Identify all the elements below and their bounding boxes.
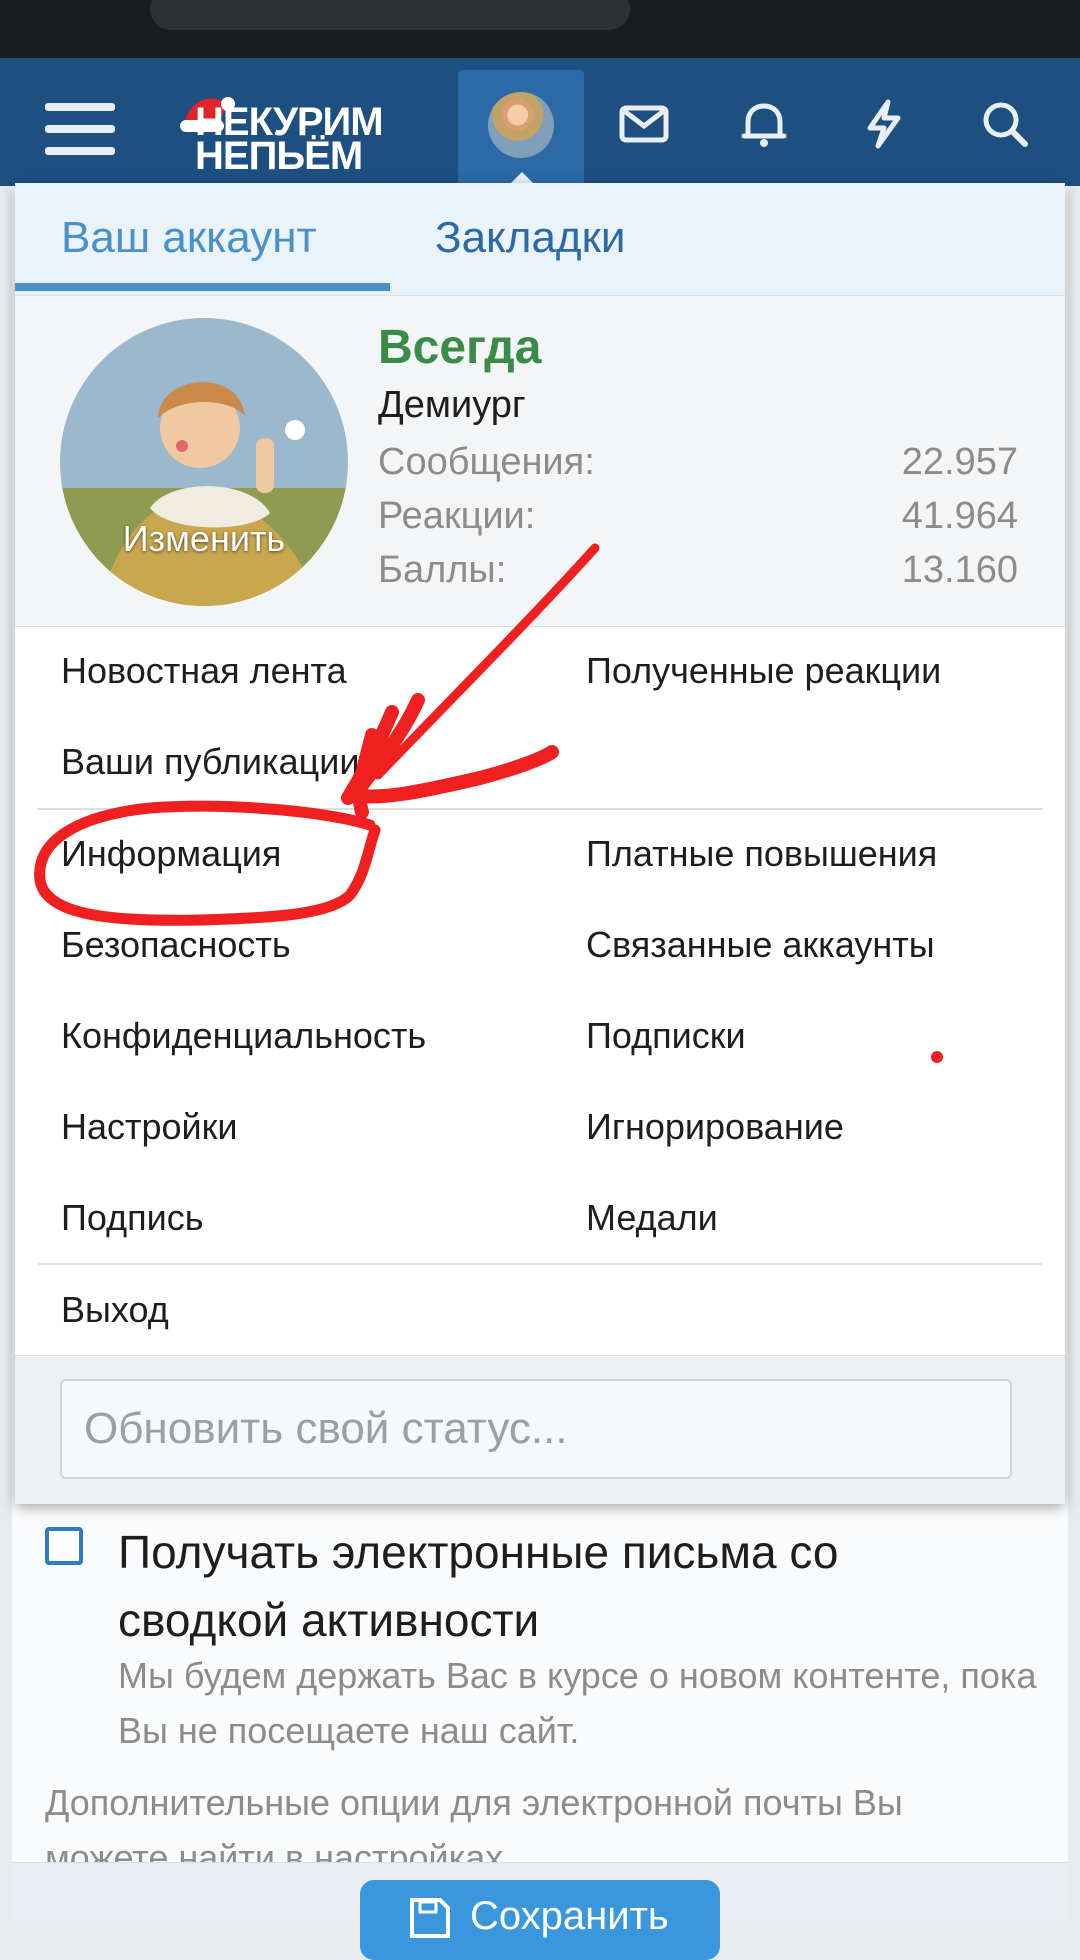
floppy-disk-icon — [410, 1898, 450, 1938]
camera-notch — [150, 0, 630, 30]
status-update-area — [15, 1355, 1065, 1504]
logo-line-2: НЕПЬЁМ — [195, 134, 363, 178]
menu-item-medals[interactable]: Медали — [586, 1197, 718, 1239]
active-tab-indicator — [15, 283, 390, 291]
avatar[interactable]: Изменить — [60, 318, 348, 606]
stat-messages: Сообщения: 22.957 — [378, 441, 1018, 487]
menu-item-signature[interactable]: Подпись — [61, 1197, 203, 1239]
avatar-image — [60, 318, 348, 606]
site-logo[interactable]: НЕКУРИМ НЕПЬЁМ — [180, 97, 435, 178]
menu-item-preferences[interactable]: Настройки — [61, 1106, 238, 1148]
menu-item-ignoring[interactable]: Игнорирование — [586, 1106, 844, 1148]
tab-your-account[interactable]: Ваш аккаунт — [61, 213, 317, 263]
checkbox-label[interactable]: Получать электронные письма со сводкой а… — [118, 1518, 1018, 1654]
bell-icon[interactable] — [734, 94, 794, 154]
account-avatar-button[interactable] — [458, 70, 584, 186]
envelope-icon[interactable] — [614, 94, 674, 154]
menu-item-account-details[interactable]: Информация — [61, 833, 281, 875]
activity-email-checkbox[interactable] — [45, 1527, 83, 1565]
menu-item-following[interactable]: Подписки — [586, 1015, 746, 1057]
save-label: Сохранить — [470, 1894, 669, 1938]
status-update-input[interactable] — [60, 1379, 1012, 1479]
menu-item-security[interactable]: Безопасность — [61, 924, 291, 966]
system-status-bar — [0, 0, 1080, 58]
username[interactable]: Всегда — [378, 320, 541, 375]
lightning-icon[interactable] — [854, 94, 914, 154]
user-title: Демиург — [378, 384, 526, 426]
stat-value: 13.160 — [901, 549, 1018, 591]
account-popup-menu: Ваш аккаунт Закладки Изменить Всегда Дем… — [15, 183, 1065, 1504]
popup-tabs: Ваш аккаунт Закладки — [15, 183, 1065, 296]
menu-divider — [37, 1263, 1043, 1265]
stat-label: Сообщения: — [378, 441, 595, 483]
menu-item-paid-upgrades[interactable]: Платные повышения — [586, 833, 937, 875]
avatar — [488, 92, 554, 158]
menu-item-connected-accounts[interactable]: Связанные аккаунты — [586, 924, 935, 966]
hamburger-menu-icon[interactable] — [45, 103, 115, 163]
profile-summary: Изменить Всегда Демиург Сообщения: 22.95… — [15, 296, 1065, 627]
tab-bookmarks[interactable]: Закладки — [435, 213, 625, 263]
menu-item-reactions-received[interactable]: Полученные реакции — [586, 650, 941, 692]
stat-label: Реакции: — [378, 495, 536, 537]
search-icon[interactable] — [975, 94, 1035, 154]
stat-value: 41.964 — [901, 495, 1018, 537]
menu-divider — [37, 808, 1043, 810]
checkbox-hint: Мы будем держать Вас в курсе о новом кон… — [118, 1655, 1037, 1751]
menu-item-logout[interactable]: Выход — [61, 1289, 169, 1331]
save-button[interactable]: Сохранить — [360, 1880, 720, 1960]
stat-points: Баллы: 13.160 — [378, 549, 1018, 595]
stat-label: Баллы: — [378, 549, 507, 591]
menu-item-news-feed[interactable]: Новостная лента — [61, 650, 347, 692]
menu-item-your-content[interactable]: Ваши публикации — [61, 741, 359, 783]
stat-reactions: Реакции: 41.964 — [378, 495, 1018, 541]
avatar-edit-label[interactable]: Изменить — [60, 518, 348, 560]
menu-item-privacy[interactable]: Конфиденциальность — [61, 1015, 426, 1057]
site-header: НЕКУРИМ НЕПЬЁМ — [0, 58, 1080, 186]
stat-value: 22.957 — [901, 441, 1018, 483]
